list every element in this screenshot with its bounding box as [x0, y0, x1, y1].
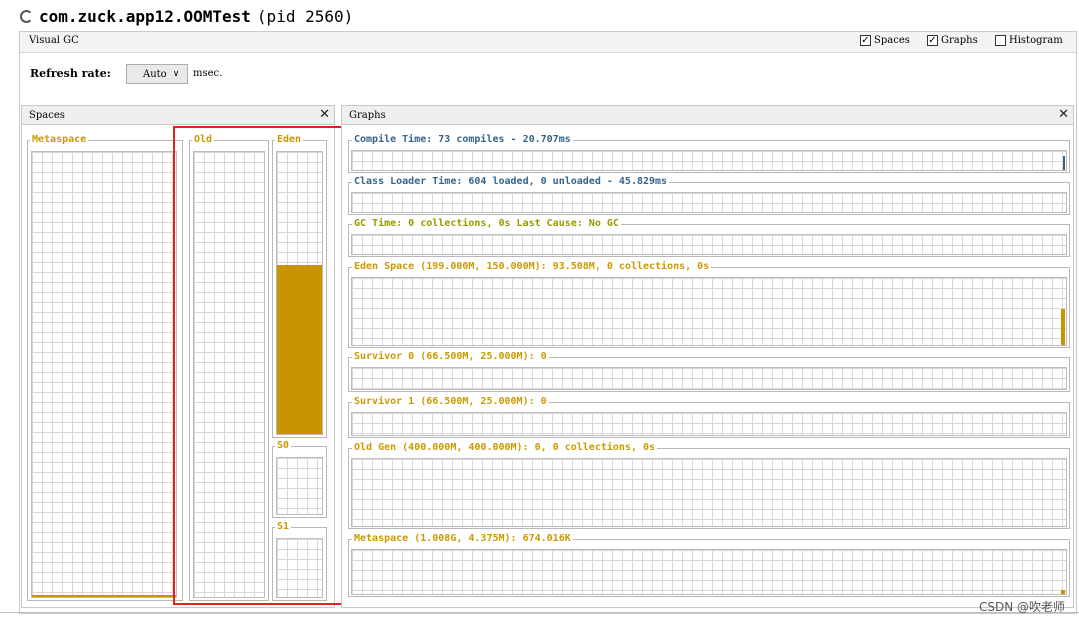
spaces-panel-header: Spaces ✕	[21, 105, 335, 125]
app-name: com.zuck.app12.OOMTest	[39, 6, 251, 26]
eden-space-graph: Eden Space (199.000M, 150.000M): 93.508M…	[348, 261, 1070, 348]
eden-space-grid	[351, 277, 1067, 346]
survivor0-label: Survivor 0 (66.500M, 25.000M): 0	[352, 351, 549, 363]
survivor1-grid	[351, 412, 1067, 436]
close-icon[interactable]: ✕	[1058, 107, 1069, 122]
window-title: com.zuck.app12.OOMTest (pid 2560)	[20, 4, 353, 28]
spaces-panel-title: Spaces	[29, 109, 65, 121]
class-loader-label: Class Loader Time: 604 loaded, 0 unloade…	[352, 176, 670, 188]
metaspace-graph-grid	[351, 549, 1067, 595]
highlight-box	[173, 126, 347, 605]
compile-time-grid	[351, 150, 1067, 171]
spaces-checkbox[interactable]: ✓ Spaces	[860, 35, 910, 46]
pid-text: (pid 2560)	[256, 6, 354, 26]
watermark: CSDN @吹老师	[978, 600, 1065, 614]
gc-time-grid	[351, 234, 1067, 255]
metaspace-graph-label: Metaspace (1.008G, 4.375M): 674.016K	[352, 533, 573, 545]
survivor0-graph: Survivor 0 (66.500M, 25.000M): 0	[348, 351, 1070, 392]
loading-spinner-icon	[20, 9, 33, 23]
graphs-panel-header: Graphs ✕	[341, 105, 1074, 125]
checkbox-label: Histogram	[1009, 35, 1063, 46]
refresh-rate-unit: msec.	[193, 68, 223, 79]
survivor1-label: Survivor 1 (66.500M, 25.000M): 0	[352, 396, 549, 408]
refresh-rate-value: Auto	[143, 68, 167, 80]
old-gen-graph: Old Gen (400.000M, 400.000M): 0, 0 colle…	[348, 442, 1070, 529]
class-loader-graph: Class Loader Time: 604 loaded, 0 unloade…	[348, 176, 1070, 215]
chevron-down-icon: ∨	[172, 69, 180, 79]
compile-spike	[1063, 156, 1065, 170]
metaspace-graph-fill	[1061, 590, 1065, 594]
checkbox-checked-icon[interactable]: ✓	[860, 35, 871, 46]
histogram-checkbox[interactable]: Histogram	[995, 35, 1063, 46]
visual-gc-header	[20, 32, 1076, 53]
old-gen-label: Old Gen (400.000M, 400.000M): 0, 0 colle…	[352, 442, 658, 454]
refresh-rate-select[interactable]: Auto ∨	[126, 64, 188, 84]
metaspace-label: Metaspace	[30, 134, 89, 146]
old-gen-grid	[351, 458, 1067, 527]
gc-time-graph: GC Time: 0 collections, 0s Last Cause: N…	[348, 218, 1070, 257]
checkbox-checked-icon[interactable]: ✓	[927, 35, 938, 46]
gc-time-label: GC Time: 0 collections, 0s Last Cause: N…	[352, 218, 621, 230]
visual-gc-tab[interactable]: Visual GC	[29, 35, 79, 46]
eden-space-label: Eden Space (199.000M, 150.000M): 93.508M…	[352, 261, 712, 273]
checkbox-label: Spaces	[874, 35, 910, 46]
class-loader-grid	[351, 192, 1067, 213]
metaspace-space: Metaspace	[27, 134, 183, 601]
close-icon[interactable]: ✕	[319, 107, 330, 122]
survivor0-grid	[351, 367, 1067, 390]
eden-graph-fill	[1061, 309, 1065, 345]
compile-time-label: Compile Time: 73 compiles - 20.707ms	[352, 134, 573, 146]
metaspace-grid	[31, 151, 177, 598]
graphs-panel-title: Graphs	[349, 109, 386, 121]
checkbox-unchecked-icon[interactable]	[995, 35, 1006, 46]
refresh-rate-label: Refresh rate:	[30, 67, 111, 80]
survivor1-graph: Survivor 1 (66.500M, 25.000M): 0	[348, 396, 1070, 438]
metaspace-graph: Metaspace (1.008G, 4.375M): 674.016K	[348, 533, 1070, 597]
metaspace-fill	[32, 595, 176, 597]
graphs-checkbox[interactable]: ✓ Graphs	[927, 35, 978, 46]
checkbox-label: Graphs	[941, 35, 978, 46]
compile-time-graph: Compile Time: 73 compiles - 20.707ms	[348, 134, 1070, 173]
bottom-divider	[0, 612, 1079, 613]
